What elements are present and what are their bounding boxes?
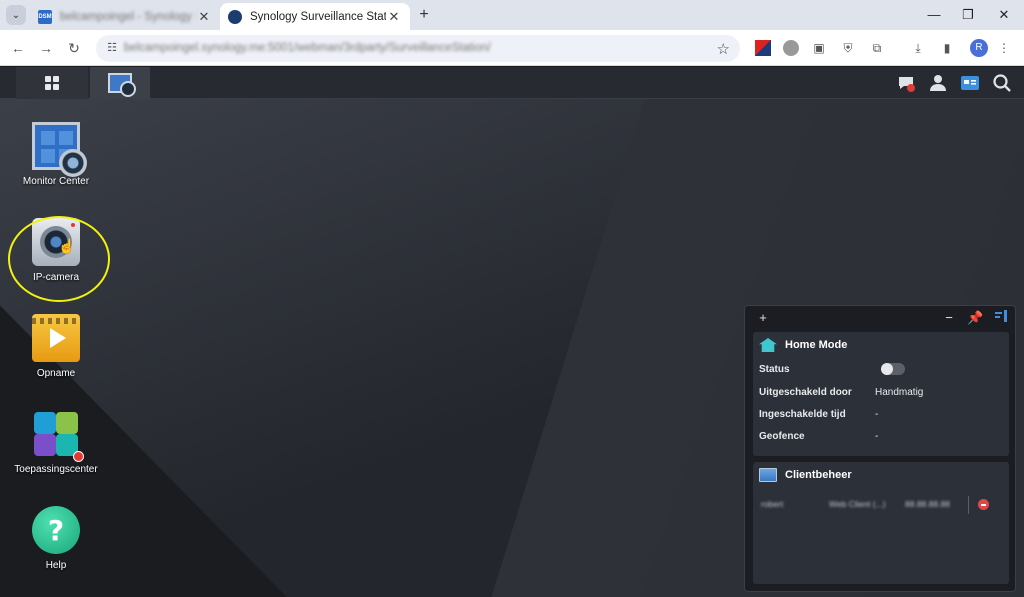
- surveillance-favicon-icon: [228, 9, 242, 24]
- taskbar-monitor-center[interactable]: [90, 67, 150, 99]
- highlight-circle: [8, 216, 110, 302]
- camera-extension-icon[interactable]: ▣: [811, 40, 827, 56]
- dsm-taskbar: [0, 67, 1024, 99]
- url-text: belcampoingel.synology.me:5001/webman/3r…: [124, 42, 491, 54]
- icon-label: Opname: [36, 368, 76, 379]
- desktop-icon-opname[interactable]: Opname: [6, 314, 106, 379]
- shield-extension-icon[interactable]: ⛨: [840, 40, 856, 56]
- browser-tab-dsm[interactable]: DSM belcampoingel - Synology DSM ✕: [30, 3, 220, 30]
- back-icon[interactable]: ←: [8, 38, 28, 58]
- restore-window-icon[interactable]: ❐: [958, 5, 978, 25]
- widget-title: Clientbeheer: [785, 469, 852, 481]
- minimize-window-icon[interactable]: —: [924, 5, 944, 25]
- new-tab-icon[interactable]: +: [414, 5, 434, 25]
- help-icon: ?: [32, 506, 80, 554]
- profile-avatar[interactable]: R: [970, 39, 988, 57]
- download-icon[interactable]: ⤓: [910, 40, 926, 56]
- main-menu-button[interactable]: [16, 67, 88, 99]
- monitor-center-icon: [108, 73, 136, 97]
- close-window-icon[interactable]: ✕: [994, 5, 1014, 25]
- icon-label: Help: [45, 560, 67, 571]
- hand-cursor-icon: ☝: [58, 238, 76, 254]
- tab-title: belcampoingel - Synology DSM: [60, 10, 196, 23]
- bookmark-star-icon[interactable]: ☆: [717, 40, 730, 58]
- add-widget-icon[interactable]: +: [755, 310, 771, 326]
- house-icon: [759, 338, 777, 352]
- dsm-favicon-icon: DSM: [38, 9, 52, 24]
- tab-title: Synology Surveillance Station: [250, 10, 386, 23]
- widget-title: Home Mode: [785, 339, 848, 351]
- desktop-icon-help[interactable]: ? Help: [6, 506, 106, 571]
- widget-panel: + − 📌 Home Mode Status Uitgeschakeld doo…: [744, 305, 1016, 592]
- browser-tab-surveillance[interactable]: Synology Surveillance Station ✕: [220, 3, 410, 30]
- user-icon[interactable]: [927, 72, 949, 94]
- monitor-center-icon: [32, 122, 87, 177]
- reload-icon[interactable]: ↻: [64, 38, 84, 58]
- icon-label: Monitor Center: [22, 176, 90, 187]
- minimize-widget-icon[interactable]: −: [941, 310, 957, 326]
- home-mode-widget: Home Mode Status Uitgeschakeld door Hand…: [753, 332, 1009, 456]
- home-mode-status-toggle[interactable]: [881, 363, 905, 375]
- client-monitor-icon: [759, 468, 777, 482]
- extension-flag-icon[interactable]: [755, 40, 771, 56]
- pin-icon[interactable]: 📌: [967, 310, 983, 326]
- widget-menu-icon[interactable]: [993, 310, 1009, 326]
- recording-folder-icon: [32, 314, 80, 362]
- widget-panel-header: + − 📌: [745, 306, 1017, 330]
- widgets-icon[interactable]: [959, 72, 981, 94]
- tab-search-chevron-icon[interactable]: ⌄: [6, 5, 26, 25]
- extensions-puzzle-icon[interactable]: ⧉: [869, 40, 885, 56]
- close-tab-icon[interactable]: ✕: [196, 9, 212, 25]
- extension-circle-icon[interactable]: [783, 40, 799, 56]
- client-row: robert Web Client (...) 88.88.88.88: [759, 496, 1003, 514]
- site-info-icon[interactable]: ☷: [105, 41, 119, 55]
- clientbeheer-widget: Clientbeheer robert Web Client (...) 88.…: [753, 462, 1009, 584]
- menu-kebab-icon[interactable]: ⋮: [996, 40, 1012, 56]
- notifications-icon[interactable]: [895, 72, 917, 94]
- desktop-icon-monitor-center[interactable]: Monitor Center: [6, 122, 106, 187]
- close-tab-icon[interactable]: ✕: [386, 9, 402, 25]
- browser-toolbar: ← → ↻ ☷ belcampoingel.synology.me:5001/w…: [0, 30, 1024, 66]
- icon-label: Toepassingscenter: [14, 464, 98, 475]
- side-panel-icon[interactable]: ▮: [939, 40, 955, 56]
- desktop-icon-toepassingscenter[interactable]: Toepassingscenter: [6, 410, 106, 475]
- forward-icon[interactable]: →: [36, 38, 56, 58]
- puzzle-icon: [32, 410, 84, 462]
- address-bar[interactable]: ☷ belcampoingel.synology.me:5001/webman/…: [96, 35, 740, 62]
- grid-icon: [45, 76, 59, 90]
- disconnect-client-icon[interactable]: [978, 499, 989, 510]
- search-icon[interactable]: [991, 72, 1013, 94]
- browser-tab-bar: ⌄ DSM belcampoingel - Synology DSM ✕ Syn…: [0, 0, 1024, 30]
